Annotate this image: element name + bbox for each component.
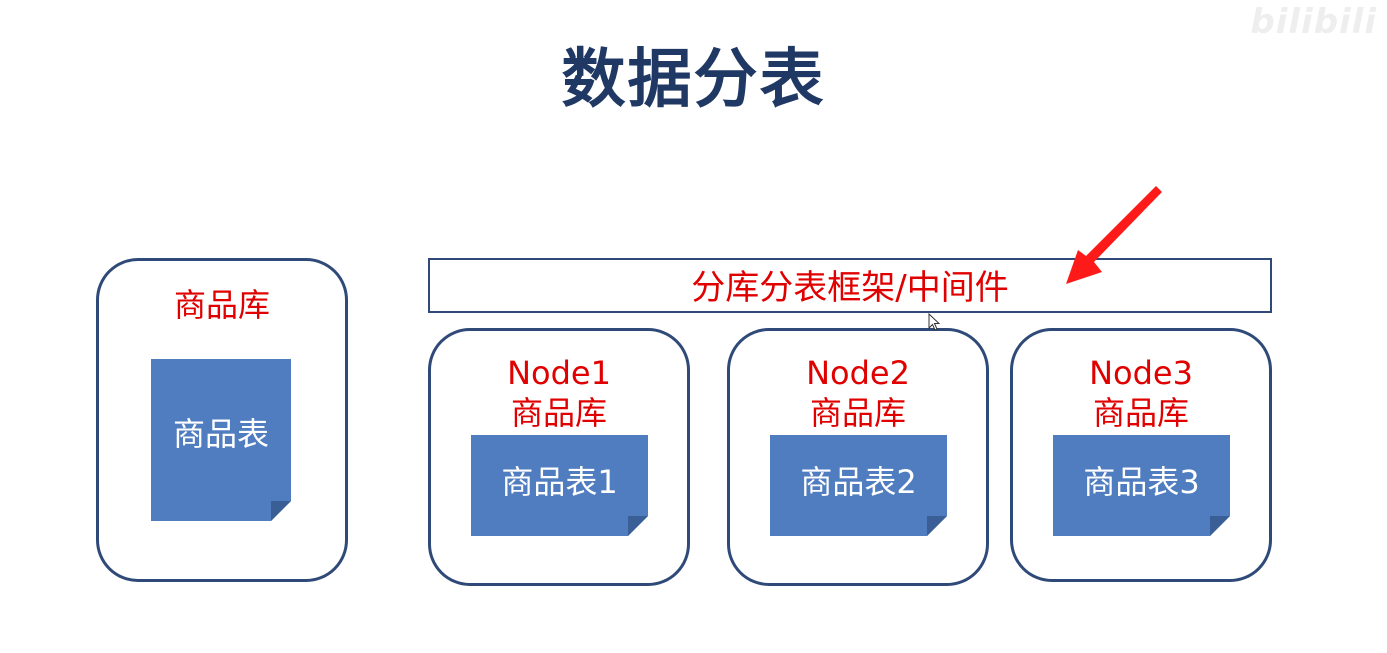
node3-table-label: 商品表3	[1083, 463, 1200, 501]
bilibili-watermark: bilibili	[1250, 2, 1377, 42]
page-fold-shadow	[628, 516, 648, 536]
page-title: 数据分表	[561, 43, 826, 117]
node1-table-card: 商品表1	[471, 435, 648, 536]
node2-table-card: 商品表2	[770, 435, 947, 536]
node1-database-label: 商品库	[510, 394, 607, 432]
node3-table-card: 商品表3	[1053, 435, 1230, 536]
node3-name: Node3	[1089, 354, 1193, 392]
single-database-box: 商品库 商品表	[96, 258, 348, 582]
single-database-label: 商品库	[173, 286, 270, 324]
node3-database-box: Node3 商品库 商品表3	[1010, 328, 1272, 582]
page-fold-shadow	[1210, 516, 1230, 536]
single-table-card: 商品表	[151, 359, 291, 521]
node2-database-box: Node2 商品库 商品表2	[727, 328, 989, 586]
red-pointer-arrow-icon	[1066, 186, 1162, 284]
mouse-cursor-icon	[928, 313, 941, 331]
single-table-label: 商品表	[172, 415, 269, 453]
node2-table-label: 商品表2	[800, 463, 917, 501]
node1-database-box: Node1 商品库 商品表1	[428, 328, 690, 586]
page-fold-shadow	[927, 516, 947, 536]
page-fold-shadow	[271, 501, 291, 521]
node1-table-label: 商品表1	[501, 463, 618, 501]
node3-database-label: 商品库	[1092, 394, 1189, 432]
node1-name: Node1	[507, 354, 611, 392]
arrow-shape	[1066, 186, 1162, 284]
node2-name: Node2	[806, 354, 910, 392]
node2-database-label: 商品库	[809, 394, 906, 432]
